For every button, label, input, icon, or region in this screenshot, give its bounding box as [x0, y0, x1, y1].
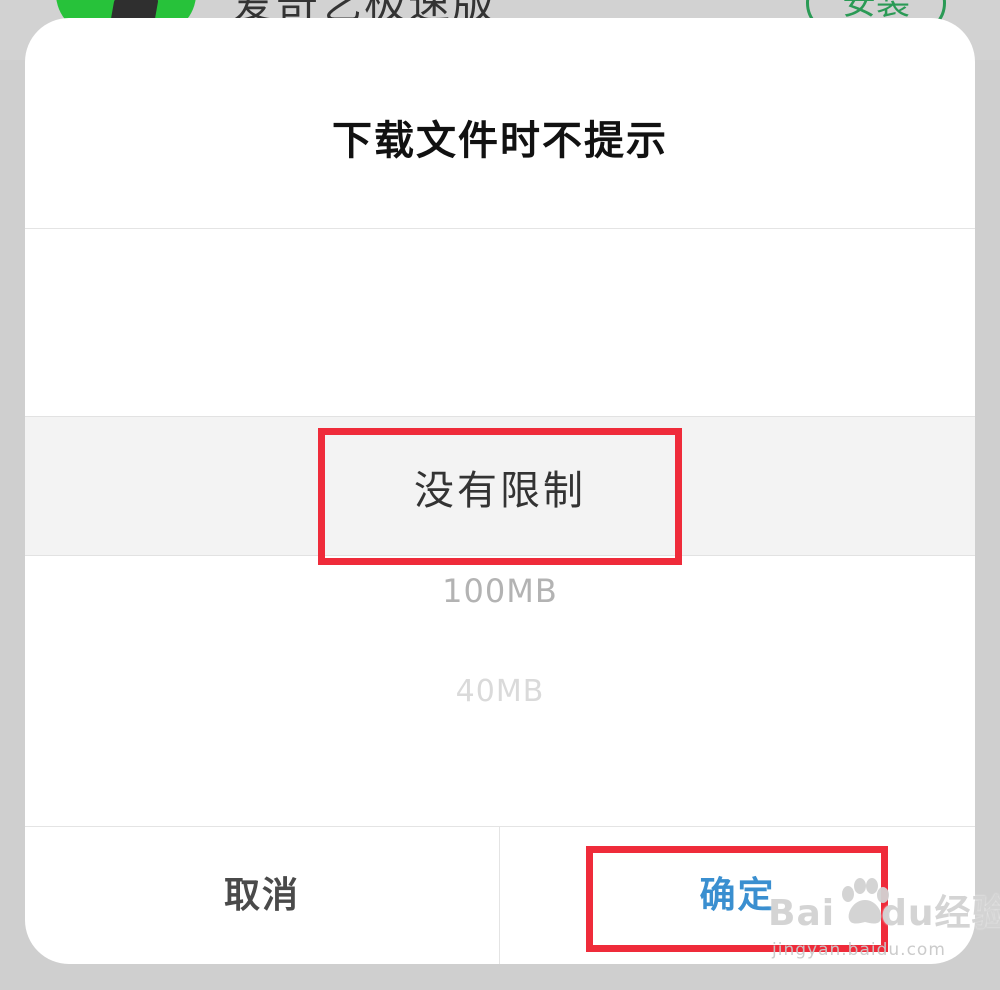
- picker-option[interactable]: 40MB: [25, 674, 975, 709]
- picker-option[interactable]: 100MB: [25, 572, 975, 610]
- divider: [25, 228, 975, 229]
- picker-option-selected[interactable]: 没有限制: [25, 458, 975, 516]
- confirm-button[interactable]: 确定: [500, 827, 975, 964]
- cancel-button[interactable]: 取消: [25, 827, 499, 964]
- dialog-title: 下载文件时不提示: [332, 118, 668, 164]
- download-limit-dialog: 下载文件时不提示 没有限制 100MB 40MB 取消 确定: [25, 18, 975, 964]
